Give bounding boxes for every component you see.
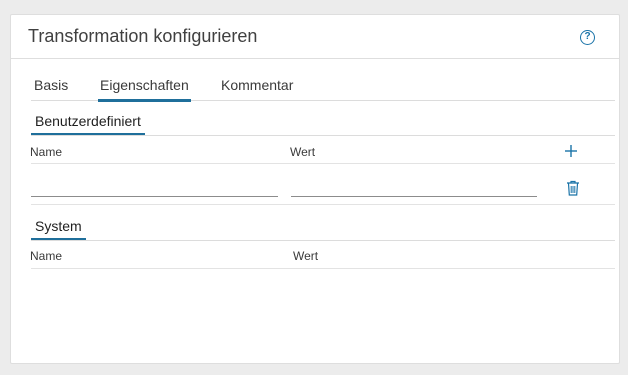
column-header-name: Name bbox=[30, 145, 63, 159]
tab-bar: Basis Eigenschaften Kommentar bbox=[31, 73, 615, 102]
column-header-value: Wert bbox=[293, 249, 319, 263]
property-name-input[interactable] bbox=[31, 175, 278, 197]
section-title-custom: Benutzerdefiniert bbox=[31, 113, 145, 135]
tab-basis[interactable]: Basis bbox=[34, 77, 68, 101]
divider bbox=[31, 135, 615, 136]
tab-eigenschaften[interactable]: Eigenschaften bbox=[98, 77, 191, 102]
dialog-header: Transformation konfigurieren ? bbox=[11, 15, 619, 59]
divider bbox=[31, 204, 615, 205]
column-header-value: Wert bbox=[290, 145, 316, 159]
section-title-system: System bbox=[31, 218, 86, 240]
tab-kommentar[interactable]: Kommentar bbox=[221, 77, 293, 101]
plus-icon[interactable] bbox=[563, 143, 579, 159]
divider bbox=[31, 268, 615, 269]
trash-icon[interactable] bbox=[566, 180, 580, 196]
divider bbox=[31, 163, 615, 164]
dialog-title: Transformation konfigurieren bbox=[28, 26, 258, 46]
divider bbox=[31, 240, 615, 241]
column-header-name: Name bbox=[30, 249, 63, 263]
property-value-input[interactable] bbox=[291, 175, 537, 197]
configure-transformation-dialog: Transformation konfigurieren ? Basis Eig… bbox=[10, 14, 620, 364]
help-icon[interactable]: ? bbox=[580, 30, 595, 45]
